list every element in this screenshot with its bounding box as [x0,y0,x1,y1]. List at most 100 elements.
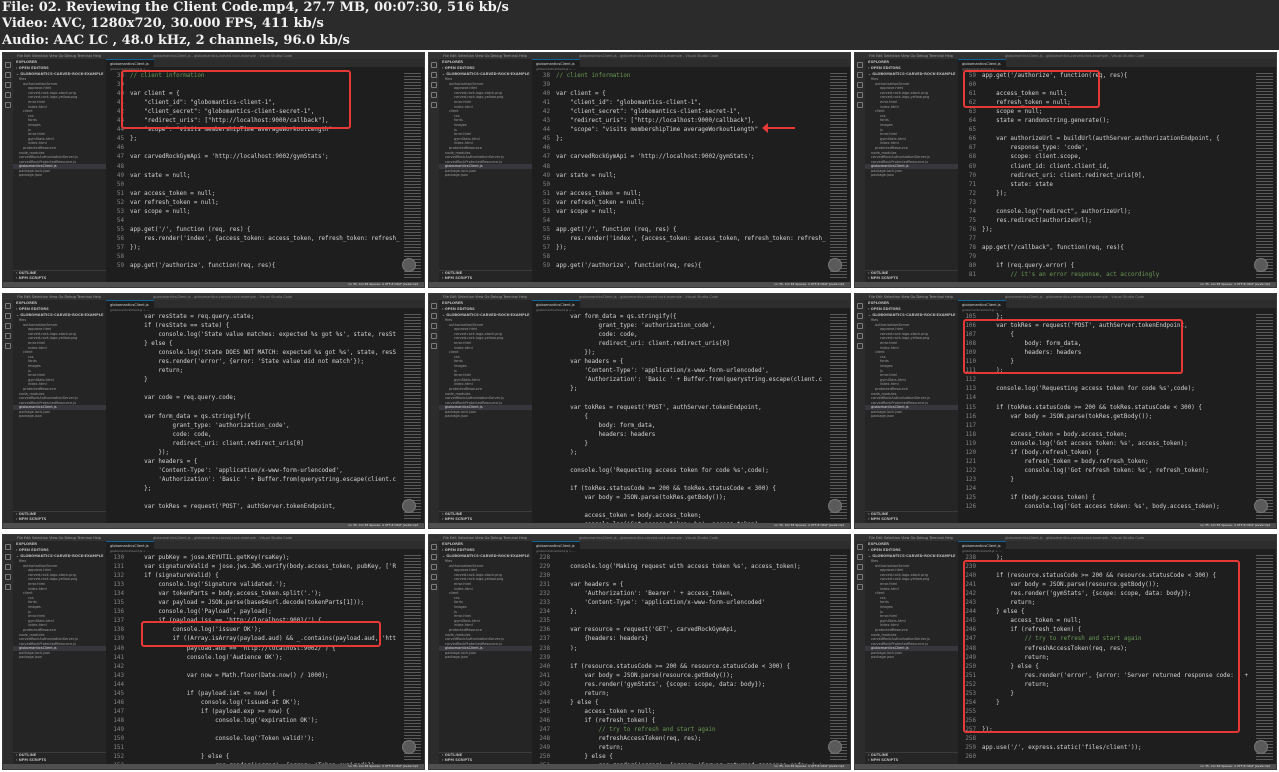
line-number: 64 [968,118,976,125]
editor-tab: globomanticsClient.js [958,59,1006,67]
debug-icon [5,92,11,98]
status-text: Ln 35, Col 38 Spaces: 4 UTF-8 CRLF JavaS… [348,764,418,768]
git-icon [431,564,437,570]
extensions-icon [431,343,437,349]
editor-tab: globomanticsClient.js [532,541,580,549]
line-number: 80 [968,263,976,270]
line-number: 63 [968,109,976,116]
ide-activity-bar [855,541,865,764]
code-line: code: code, [556,332,638,339]
code-line: var state = null; [130,172,191,179]
code-line: var body = JSON.parse(resource.getBody()… [556,672,734,679]
video-frame-thumbnail: File Edit Selection View Go Debug Termin… [428,293,851,529]
code-line: state = randomstring.generate(); [982,118,1110,125]
project-label: ⌄ GLOBOMANTICS-CARVED-ROCK-EXAMPLE [16,554,104,558]
code-line: var pubKey = jose.KEYUTIL.getKey(rsaKey)… [130,555,290,561]
line-number: 138 [113,627,124,634]
line-number: 54 [116,217,124,224]
code-line: console.log('Token valid!'); [130,736,315,742]
code-line: var state = null; [556,172,617,179]
line-number: 70 [968,172,976,179]
editor-tab: globomanticsClient.js [532,59,580,67]
breadcrumb: globomanticsClient.js > ... [110,308,150,312]
status-text: Ln 35, Col 38 Spaces: 4 UTF-8 CRLF JavaS… [774,523,844,527]
line-number: 249 [539,745,550,752]
ide-status-bar: Ln 35, Col 38 Spaces: 4 UTF-8 CRLF JavaS… [855,764,1276,769]
outline-section: › OUTLINE › NPM SCRIPTS [865,511,958,523]
ide-activity-bar [3,300,13,523]
code-line: access_token = null; [556,708,656,715]
editor-tab-bar: globomanticsClient.js [958,59,1276,67]
code-line: code: code, [130,431,212,438]
line-number: 52 [116,199,124,206]
code-line: }; [130,485,152,492]
video-frame-thumbnail: File Edit Selection View Go Debug Termin… [854,52,1277,288]
line-number: 46 [116,145,124,152]
explorer-file-item: package.json [19,414,43,419]
line-number: 66 [968,136,976,143]
git-icon [857,82,863,88]
video-frame-thumbnail: File Edit Selection View Go Debug Termin… [854,293,1277,529]
git-icon [5,82,11,88]
search-icon [857,554,863,560]
code-line: }); [556,244,567,251]
line-number: 229 [539,564,550,571]
breadcrumb: globomanticsClient.js > ... [536,549,576,553]
highlight-box [141,621,381,647]
ide-activity-bar [429,59,439,282]
thumbnail-grid: File Edit Selection View Go Debug Termin… [2,52,1278,770]
code-editor: globomanticsClient.js globomanticsClient.… [532,541,850,764]
line-number: 45 [116,136,124,143]
code-line: redirect_uri: client.redirect_uris[0] [556,341,730,348]
code-line: }); [130,244,141,251]
files-icon [5,303,11,309]
debug-icon [857,333,863,339]
line-number: 239 [539,654,550,661]
minimap [404,73,421,280]
line-number: 245 [539,708,550,715]
code-area: 130 var pubKey = jose.KEYUTIL.getKey(rsa… [106,555,400,764]
files-icon [857,303,863,309]
code-line: var scope = null; [130,208,191,215]
code-line: 'Authorization': 'Basic ' + Buffer.from(… [130,476,396,483]
line-number: 72 [968,190,976,197]
outline-section: › OUTLINE › NPM SCRIPTS [13,752,106,764]
line-number: 260 [965,754,976,761]
line-number: 120 [965,449,976,456]
code-line: res.render('index', {access_token: acces… [556,235,826,242]
presenter-badge-icon [828,740,842,754]
line-number: 258 [965,736,976,742]
editor-tab: globomanticsClient.js [106,300,154,308]
code-line: if (tokRes.statusCode >= 200 && tokRes.s… [556,485,776,492]
search-icon [431,72,437,78]
code-line: var body = JSON.parse(tokRes.getBody()); [556,495,727,501]
code-line: var tokRes = request('POST', authServer.… [556,404,762,411]
search-icon [5,72,11,78]
line-number: 235 [539,618,550,625]
presenter-badge-icon [828,499,842,513]
code-line: app.get('/', function (req, res) { [556,226,677,233]
line-number: 116 [965,413,976,420]
presenter-badge-icon [402,499,416,513]
line-number: 259 [965,745,976,752]
code-area: var form_data = qs.stringify({ grant_typ… [532,314,826,523]
project-label: ⌄ GLOBOMANTICS-CARVED-ROCK-EXAMPLE [16,72,104,76]
explorer-file-item: package.json [871,173,895,178]
line-number: 52 [542,199,550,206]
line-number: 151 [113,745,124,752]
code-line: var now = Math.floor(Date.now() / 1000); [130,672,329,679]
code-line: 'Content-Type': 'application/x-www-form-… [556,600,766,607]
code-line: // it's an error response, act according… [982,272,1160,279]
code-line: if (payload.iat <= now) { [130,690,276,697]
line-number: 134 [113,591,124,598]
npm-scripts-label: › NPM SCRIPTS [442,758,473,762]
line-number: 67 [968,145,976,152]
code-area: 38 // client information 39 40 var client = … [532,73,826,282]
ide-activity-bar [3,59,13,282]
code-line: var signatureValid = jose.jws.JWS.verify… [130,564,396,571]
line-number: 135 [113,600,124,607]
search-icon [857,72,863,78]
extensions-icon [857,343,863,349]
code-line: var payload = JSON.parse(base64url.decod… [130,600,365,607]
video-frame-thumbnail: File Edit Selection View Go Debug Termin… [428,52,851,288]
